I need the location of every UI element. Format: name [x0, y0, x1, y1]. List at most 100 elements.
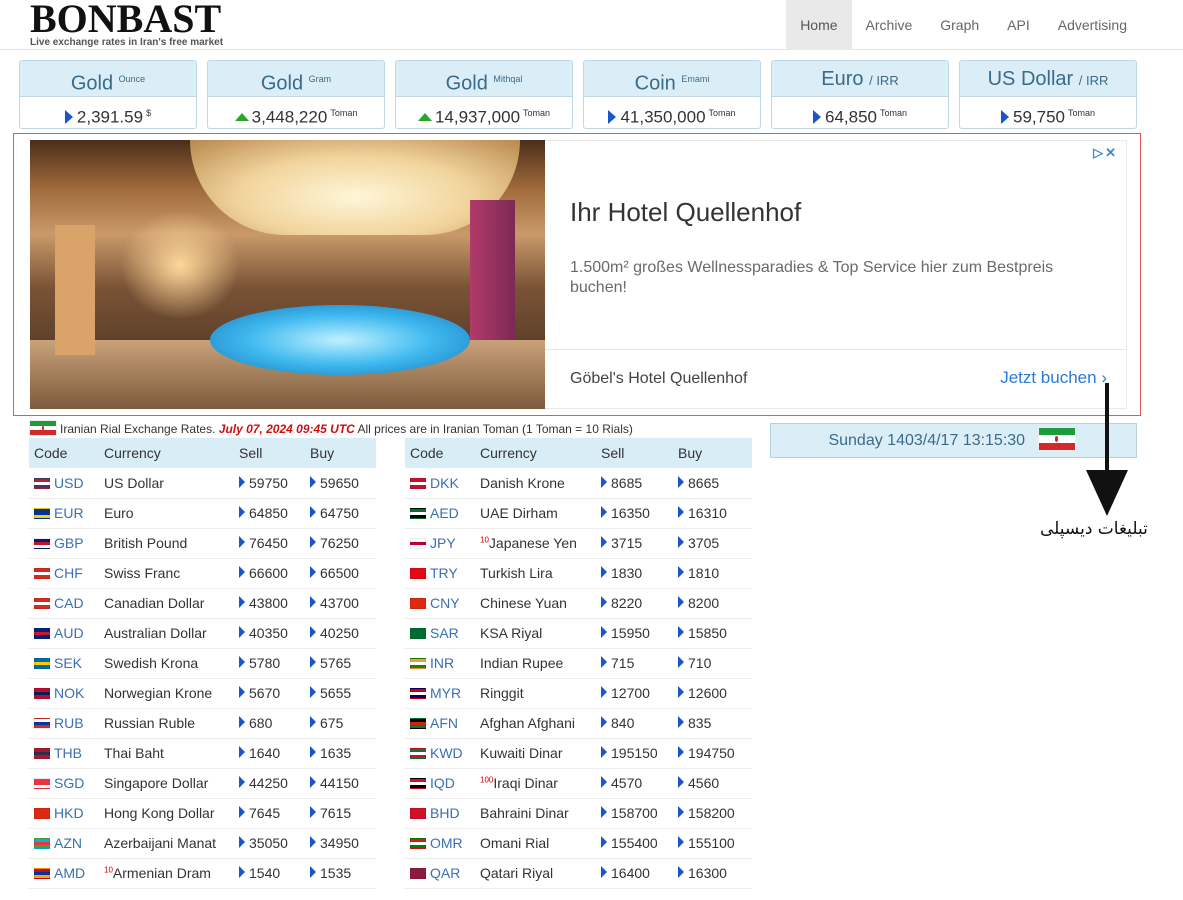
price-card[interactable]: Gold Ounce 2,391.59 $ — [19, 60, 197, 129]
currency-code-link[interactable]: TRY — [430, 565, 458, 581]
currency-code-link[interactable]: THB — [54, 745, 82, 761]
table-row[interactable]: AMD 10Armenian Dram 1540 1535 — [29, 858, 376, 889]
currency-code-cell[interactable]: THB — [29, 738, 99, 769]
currency-code-link[interactable]: JPY — [430, 535, 456, 551]
currency-code-cell[interactable]: CHF — [29, 558, 99, 589]
price-card[interactable]: Gold Mithqal 14,937,000 Toman — [395, 60, 573, 129]
currency-code-link[interactable]: SAR — [430, 625, 459, 641]
currency-code-link[interactable]: AZN — [54, 835, 82, 851]
table-row[interactable]: NOK Norwegian Krone 5670 5655 — [29, 678, 376, 709]
currency-code-cell[interactable]: CNY — [405, 588, 475, 619]
table-row[interactable]: GBP British Pound 76450 76250 — [29, 528, 376, 559]
logo-title[interactable]: BONBAST — [30, 0, 223, 39]
currency-code-link[interactable]: MYR — [430, 685, 461, 701]
table-row[interactable]: AZN Azerbaijani Manat 35050 34950 — [29, 828, 376, 859]
currency-code-link[interactable]: SEK — [54, 655, 82, 671]
table-row[interactable]: INR Indian Rupee 715 710 — [405, 648, 752, 679]
currency-code-link[interactable]: CHF — [54, 565, 83, 581]
ad-title[interactable]: Ihr Hotel Quellenhof — [570, 197, 801, 228]
currency-code-cell[interactable]: USD — [29, 468, 99, 499]
currency-code-link[interactable]: NOK — [54, 685, 84, 701]
table-row[interactable]: RUB Russian Ruble 680 675 — [29, 708, 376, 739]
table-row[interactable]: EUR Euro 64850 64750 — [29, 498, 376, 529]
currency-code-link[interactable]: INR — [430, 655, 454, 671]
currency-code-link[interactable]: CNY — [430, 595, 460, 611]
price-card[interactable]: Gold Gram 3,448,220 Toman — [207, 60, 385, 129]
currency-code-cell[interactable]: QAR — [405, 858, 475, 889]
table-row[interactable]: AFN Afghan Afghani 840 835 — [405, 708, 752, 739]
site-logo[interactable]: BONBAST Live exchange rates in Iran's fr… — [30, 0, 223, 48]
currency-code-link[interactable]: AMD — [54, 865, 85, 881]
table-row[interactable]: HKD Hong Kong Dollar 7645 7615 — [29, 798, 376, 829]
display-ad[interactable]: ▷✕ Ihr Hotel Quellenhof 1.500m² großes W… — [13, 133, 1141, 416]
table-row[interactable]: THB Thai Baht 1640 1635 — [29, 738, 376, 769]
currency-code-link[interactable]: GBP — [54, 535, 84, 551]
table-row[interactable]: JPY 10Japanese Yen 3715 3705 — [405, 528, 752, 559]
currency-code-cell[interactable]: JPY — [405, 528, 475, 559]
table-row[interactable]: IQD 100Iraqi Dinar 4570 4560 — [405, 768, 752, 799]
currency-code-cell[interactable]: IQD — [405, 768, 475, 799]
currency-code-link[interactable]: DKK — [430, 475, 459, 491]
table-row[interactable]: CHF Swiss Franc 66600 66500 — [29, 558, 376, 589]
currency-code-cell[interactable]: BHD — [405, 798, 475, 829]
currency-code-cell[interactable]: INR — [405, 648, 475, 679]
nav-home[interactable]: Home — [786, 0, 852, 50]
price-card[interactable]: US Dollar / IRR 59,750 Toman — [959, 60, 1137, 129]
currency-code-cell[interactable]: AMD — [29, 858, 99, 889]
currency-code-link[interactable]: AFN — [430, 715, 458, 731]
currency-code-link[interactable]: RUB — [54, 715, 84, 731]
currency-code-link[interactable]: AED — [430, 505, 459, 521]
table-row[interactable]: USD US Dollar 59750 59650 — [29, 468, 376, 499]
ad-choices-icon[interactable]: ▷✕ — [1093, 145, 1118, 161]
currency-code-link[interactable]: AUD — [54, 625, 84, 641]
table-row[interactable]: MYR Ringgit 12700 12600 — [405, 678, 752, 709]
currency-code-cell[interactable]: NOK — [29, 678, 99, 709]
table-row[interactable]: BHD Bahraini Dinar 158700 158200 — [405, 798, 752, 829]
ad-cta-button[interactable]: Jetzt buchen › — [1000, 368, 1107, 388]
currency-code-link[interactable]: BHD — [430, 805, 460, 821]
currency-code-link[interactable]: IQD — [430, 775, 455, 791]
currency-code-cell[interactable]: KWD — [405, 738, 475, 769]
currency-code-cell[interactable]: RUB — [29, 708, 99, 739]
table-row[interactable]: QAR Qatari Riyal 16400 16300 — [405, 858, 752, 889]
currency-code-cell[interactable]: AUD — [29, 618, 99, 649]
table-row[interactable]: SGD Singapore Dollar 44250 44150 — [29, 768, 376, 799]
table-row[interactable]: KWD Kuwaiti Dinar 195150 194750 — [405, 738, 752, 769]
currency-code-cell[interactable]: HKD — [29, 798, 99, 829]
currency-code-cell[interactable]: CAD — [29, 588, 99, 619]
currency-code-link[interactable]: OMR — [430, 835, 463, 851]
currency-code-link[interactable]: QAR — [430, 865, 460, 881]
price-card[interactable]: Coin Emami 41,350,000 Toman — [583, 60, 761, 129]
table-row[interactable]: CAD Canadian Dollar 43800 43700 — [29, 588, 376, 619]
currency-code-cell[interactable]: DKK — [405, 468, 475, 499]
table-row[interactable]: OMR Omani Rial 155400 155100 — [405, 828, 752, 859]
currency-code-link[interactable]: CAD — [54, 595, 84, 611]
table-row[interactable]: CNY Chinese Yuan 8220 8200 — [405, 588, 752, 619]
currency-code-cell[interactable]: EUR — [29, 498, 99, 529]
currency-code-cell[interactable]: GBP — [29, 528, 99, 559]
nav-api[interactable]: API — [993, 0, 1044, 50]
currency-code-cell[interactable]: OMR — [405, 828, 475, 859]
nav-advertising[interactable]: Advertising — [1044, 0, 1141, 50]
currency-code-cell[interactable]: AED — [405, 498, 475, 529]
currency-code-link[interactable]: HKD — [54, 805, 84, 821]
currency-code-cell[interactable]: AZN — [29, 828, 99, 859]
currency-code-cell[interactable]: SGD — [29, 768, 99, 799]
currency-code-link[interactable]: EUR — [54, 505, 84, 521]
currency-code-cell[interactable]: SEK — [29, 648, 99, 679]
table-row[interactable]: SAR KSA Riyal 15950 15850 — [405, 618, 752, 649]
ad-text-panel[interactable]: ▷✕ Ihr Hotel Quellenhof 1.500m² großes W… — [545, 140, 1127, 409]
nav-graph[interactable]: Graph — [926, 0, 993, 50]
currency-code-cell[interactable]: MYR — [405, 678, 475, 709]
ad-image[interactable] — [30, 140, 545, 409]
currency-code-cell[interactable]: TRY — [405, 558, 475, 589]
currency-code-link[interactable]: KWD — [430, 745, 463, 761]
currency-code-cell[interactable]: SAR — [405, 618, 475, 649]
currency-code-link[interactable]: USD — [54, 475, 84, 491]
table-row[interactable]: DKK Danish Krone 8685 8665 — [405, 468, 752, 499]
currency-code-link[interactable]: SGD — [54, 775, 84, 791]
table-row[interactable]: AUD Australian Dollar 40350 40250 — [29, 618, 376, 649]
currency-code-cell[interactable]: AFN — [405, 708, 475, 739]
table-row[interactable]: SEK Swedish Krona 5780 5765 — [29, 648, 376, 679]
table-row[interactable]: TRY Turkish Lira 1830 1810 — [405, 558, 752, 589]
